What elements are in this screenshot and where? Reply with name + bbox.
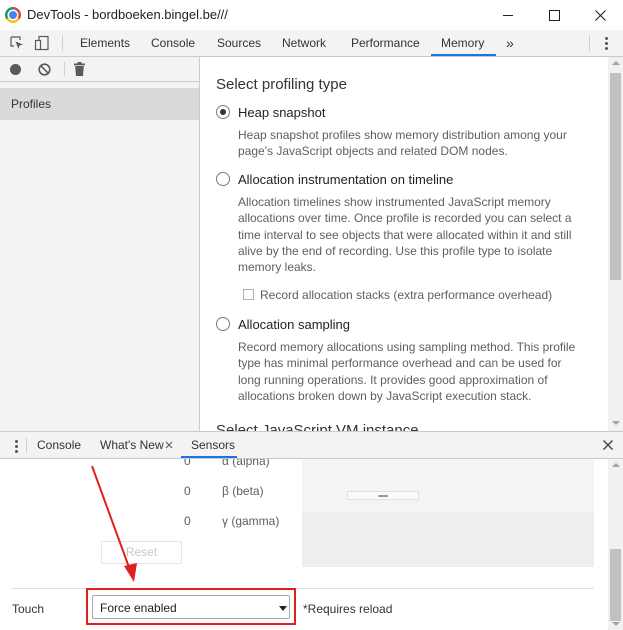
allocation-timeline-radio[interactable] [216, 172, 230, 186]
drawer-tab-sensors[interactable]: Sensors [191, 432, 235, 458]
chevron-down-icon [279, 606, 287, 611]
touch-label: Touch [12, 602, 45, 616]
scroll-down-arrow-icon[interactable] [612, 622, 620, 626]
vm-instance-heading: Select JavaScript VM instance [216, 422, 419, 431]
active-tab-indicator [431, 54, 496, 56]
close-window-button[interactable] [577, 0, 623, 30]
allocation-sampling-label[interactable]: Allocation sampling [238, 317, 350, 332]
close-drawer-icon[interactable] [603, 440, 613, 450]
touch-select-value: Force enabled [100, 601, 177, 615]
gamma-label: γ (gamma) [222, 514, 280, 528]
sidebar-item-label: Profiles [11, 97, 52, 111]
beta-value[interactable]: 0 [184, 484, 191, 498]
memory-panel: Select profiling type Heap snapshot Heap… [200, 57, 608, 431]
requires-reload-note: *Requires reload [303, 602, 393, 616]
customize-devtools-menu-icon[interactable] [605, 37, 608, 50]
inspect-element-icon[interactable] [9, 35, 25, 51]
profiling-type-heading: Select profiling type [216, 76, 347, 93]
maximize-icon [548, 9, 560, 21]
maximize-button[interactable] [531, 0, 577, 30]
allocation-sampling-description: Record memory allocations using sampling… [238, 340, 576, 403]
drawer-tab-whats-new[interactable]: What's New [100, 432, 164, 458]
active-drawer-tab-indicator [181, 456, 237, 458]
orientation-preview-floor [302, 512, 594, 567]
devtools-tabbar: Elements Console Sources Network Perform… [0, 30, 623, 57]
allocation-timeline-label[interactable]: Allocation instrumentation on timeline [238, 172, 453, 187]
toolbar-divider [26, 438, 27, 453]
tab-console[interactable]: Console [151, 30, 195, 56]
toolbar-divider [62, 35, 63, 51]
profiles-sidebar: Profiles [0, 57, 200, 431]
sidebar-item-profiles[interactable]: Profiles [0, 88, 199, 120]
window-title-bar: DevTools - bordboeken.bingel.be/// [0, 0, 623, 30]
device-toolbar-icon[interactable] [34, 35, 50, 51]
scrollbar-thumb[interactable] [610, 73, 621, 280]
alpha-label: α (alpha) [222, 459, 270, 468]
collect-garbage-icon[interactable] [74, 62, 85, 76]
tab-network[interactable]: Network [282, 30, 326, 56]
scroll-up-arrow-icon[interactable] [612, 463, 620, 467]
record-button[interactable] [10, 64, 21, 75]
scroll-down-arrow-icon[interactable] [612, 421, 620, 425]
device-orientation-icon[interactable] [347, 491, 419, 500]
tab-memory[interactable]: Memory [441, 30, 484, 56]
orientation-preview[interactable] [302, 459, 594, 567]
toolbar-divider [589, 35, 590, 51]
gamma-value[interactable]: 0 [184, 514, 191, 528]
profiles-toolbar [0, 57, 199, 82]
record-allocation-stacks-checkbox[interactable] [243, 289, 254, 300]
allocation-timeline-description: Allocation timelines show instrumented J… [238, 195, 572, 275]
sensors-panel: 0 α (alpha) 0 β (beta) 0 γ (gamma) Reset… [0, 459, 608, 630]
minimize-icon [503, 14, 513, 16]
minimize-button[interactable] [485, 0, 531, 30]
chrome-logo-icon [5, 7, 21, 23]
window-title: DevTools - bordboeken.bingel.be/// [27, 7, 228, 22]
heap-snapshot-description: Heap snapshot profiles show memory distr… [238, 128, 567, 159]
drawer-menu-icon[interactable] [15, 440, 18, 455]
allocation-sampling-radio[interactable] [216, 317, 230, 331]
scroll-up-arrow-icon[interactable] [612, 61, 620, 65]
beta-label: β (beta) [222, 484, 264, 498]
touch-select[interactable]: Force enabled [92, 595, 290, 619]
toolbar-divider [64, 62, 65, 76]
clear-all-profiles-icon[interactable] [38, 63, 51, 76]
tab-performance[interactable]: Performance [351, 30, 420, 56]
heap-snapshot-radio[interactable] [216, 105, 230, 119]
heap-snapshot-label[interactable]: Heap snapshot [238, 105, 325, 120]
drawer-tab-console[interactable]: Console [37, 432, 81, 458]
record-allocation-stacks-label[interactable]: Record allocation stacks (extra performa… [260, 288, 552, 302]
close-icon [594, 9, 606, 21]
alpha-value[interactable]: 0 [184, 459, 191, 468]
scrollbar-thumb[interactable] [610, 549, 621, 621]
close-tab-icon[interactable] [165, 441, 173, 449]
drawer-tabbar: Console What's New Sensors [0, 431, 623, 459]
more-tabs-button[interactable]: » [506, 30, 514, 56]
tab-sources[interactable]: Sources [217, 30, 261, 56]
reset-orientation-button[interactable]: Reset [101, 541, 182, 564]
tab-elements[interactable]: Elements [80, 30, 130, 56]
